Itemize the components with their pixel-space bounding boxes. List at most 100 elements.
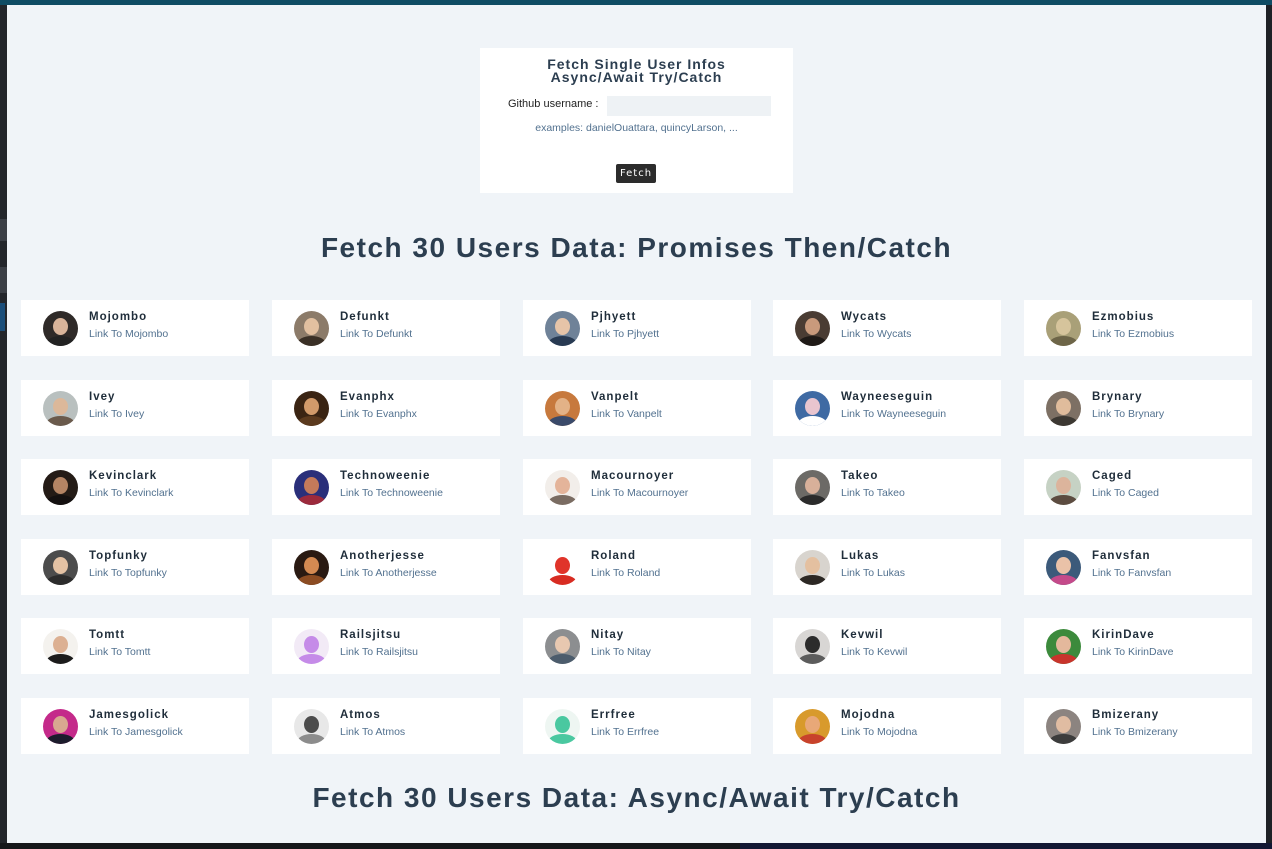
user-avatar [294, 629, 329, 664]
user-profile-link[interactable]: Link To Caged [1092, 487, 1159, 499]
user-profile-link[interactable]: Link To Pjhyett [591, 328, 659, 340]
avatar-shoulders [297, 495, 326, 505]
user-name: Ivey [89, 391, 116, 403]
avatar-shoulders [548, 416, 577, 426]
user-avatar [1046, 709, 1081, 744]
avatar-shoulders [297, 654, 326, 664]
user-name: Macournoyer [591, 470, 675, 482]
user-card: Kevinclark Link To Kevinclark [21, 459, 249, 515]
user-card: Takeo Link To Takeo [773, 459, 1001, 515]
user-avatar [795, 391, 830, 426]
avatar-face [1056, 477, 1071, 494]
user-name: Roland [591, 550, 636, 562]
fetch-button[interactable]: Fetch [616, 164, 656, 183]
user-card: Caged Link To Caged [1024, 459, 1252, 515]
user-profile-link[interactable]: Link To Fanvsfan [1092, 567, 1171, 579]
user-profile-link[interactable]: Link To Atmos [340, 726, 405, 738]
user-name: Nitay [591, 629, 625, 641]
avatar-shoulders [297, 336, 326, 346]
username-examples: examples: danielOuattara, quincyLarson, … [535, 122, 738, 134]
user-profile-link[interactable]: Link To Mojodna [841, 726, 917, 738]
user-card: KirinDave Link To KirinDave [1024, 618, 1252, 674]
avatar-face [1056, 557, 1071, 574]
background-window-edge [0, 5, 7, 849]
user-avatar [1046, 470, 1081, 505]
user-avatar [545, 311, 580, 346]
avatar-shoulders [798, 495, 827, 505]
user-profile-link[interactable]: Link To Mojombo [89, 328, 168, 340]
user-card: Mojodna Link To Mojodna [773, 698, 1001, 754]
user-profile-link[interactable]: Link To Wayneeseguin [841, 408, 946, 420]
user-card: Roland Link To Roland [523, 539, 751, 595]
user-avatar [294, 311, 329, 346]
user-name: Atmos [340, 709, 381, 721]
avatar-shoulders [297, 734, 326, 744]
user-name: Takeo [841, 470, 879, 482]
avatar-face [555, 398, 570, 415]
user-card: Macournoyer Link To Macournoyer [523, 459, 751, 515]
user-avatar [43, 709, 78, 744]
user-profile-link[interactable]: Link To Macournoyer [591, 487, 688, 499]
section-title-promises: Fetch 30 Users Data: Promises Then/Catch [320, 232, 953, 263]
avatar-face [555, 716, 570, 733]
user-profile-link[interactable]: Link To Topfunky [89, 567, 167, 579]
user-profile-link[interactable]: Link To Kevinclark [89, 487, 173, 499]
user-profile-link[interactable]: Link To Ivey [89, 408, 144, 420]
user-profile-link[interactable]: Link To Railsjitsu [340, 646, 418, 658]
user-profile-link[interactable]: Link To Brynary [1092, 408, 1164, 420]
avatar-shoulders [798, 575, 827, 585]
user-avatar [1046, 629, 1081, 664]
avatar-face [304, 477, 319, 494]
avatar-face [805, 477, 820, 494]
user-profile-link[interactable]: Link To Defunkt [340, 328, 412, 340]
user-profile-link[interactable]: Link To Nitay [591, 646, 651, 658]
user-profile-link[interactable]: Link To Bmizerany [1092, 726, 1178, 738]
avatar-face [304, 398, 319, 415]
user-avatar [795, 311, 830, 346]
user-card: Jamesgolick Link To Jamesgolick [21, 698, 249, 754]
user-profile-link[interactable]: Link To KirinDave [1092, 646, 1174, 658]
user-profile-link[interactable]: Link To Kevwil [841, 646, 907, 658]
user-avatar [545, 391, 580, 426]
avatar-face [1056, 636, 1071, 653]
background-window-mark [0, 267, 7, 293]
avatar-face [53, 398, 68, 415]
user-profile-link[interactable]: Link To Tomtt [89, 646, 150, 658]
user-card: Evanphx Link To Evanphx [272, 380, 500, 436]
user-profile-link[interactable]: Link To Roland [591, 567, 660, 579]
username-input[interactable] [607, 96, 771, 116]
user-profile-link[interactable]: Link To Jamesgolick [89, 726, 183, 738]
avatar-shoulders [798, 416, 827, 426]
user-profile-link[interactable]: Link To Technoweenie [340, 487, 443, 499]
avatar-shoulders [46, 495, 75, 505]
background-window-mark [740, 843, 1272, 849]
user-card: Ezmobius Link To Ezmobius [1024, 300, 1252, 356]
user-profile-link[interactable]: Link To Anotherjesse [340, 567, 437, 579]
avatar-face [53, 318, 68, 335]
user-name: Caged [1092, 470, 1133, 482]
user-avatar [43, 629, 78, 664]
avatar-shoulders [1049, 336, 1078, 346]
user-card: Nitay Link To Nitay [523, 618, 751, 674]
avatar-shoulders [1049, 734, 1078, 744]
user-profile-link[interactable]: Link To Ezmobius [1092, 328, 1174, 340]
user-profile-link[interactable]: Link To Evanphx [340, 408, 417, 420]
avatar-face [805, 636, 820, 653]
user-card: Wayneeseguin Link To Wayneeseguin [773, 380, 1001, 436]
users-grid: Mojombo Link To Mojombo Defunkt Link To Def… [21, 300, 1252, 756]
user-name: KirinDave [1092, 629, 1155, 641]
user-profile-link[interactable]: Link To Wycats [841, 328, 911, 340]
avatar-shoulders [46, 336, 75, 346]
user-profile-link[interactable]: Link To Lukas [841, 567, 905, 579]
user-card: Errfree Link To Errfree [523, 698, 751, 754]
user-profile-link[interactable]: Link To Takeo [841, 487, 905, 499]
single-user-fetch-card: Fetch Single User Infos Async/Await Try/… [480, 48, 793, 193]
user-name: Evanphx [340, 391, 395, 403]
user-name: Ezmobius [1092, 311, 1155, 323]
user-profile-link[interactable]: Link To Errfree [591, 726, 659, 738]
user-name: Wayneeseguin [841, 391, 934, 403]
avatar-shoulders [798, 654, 827, 664]
user-profile-link[interactable]: Link To Vanpelt [591, 408, 662, 420]
single-user-title-line2: Async/Await Try/Catch [550, 69, 723, 85]
avatar-face [805, 318, 820, 335]
